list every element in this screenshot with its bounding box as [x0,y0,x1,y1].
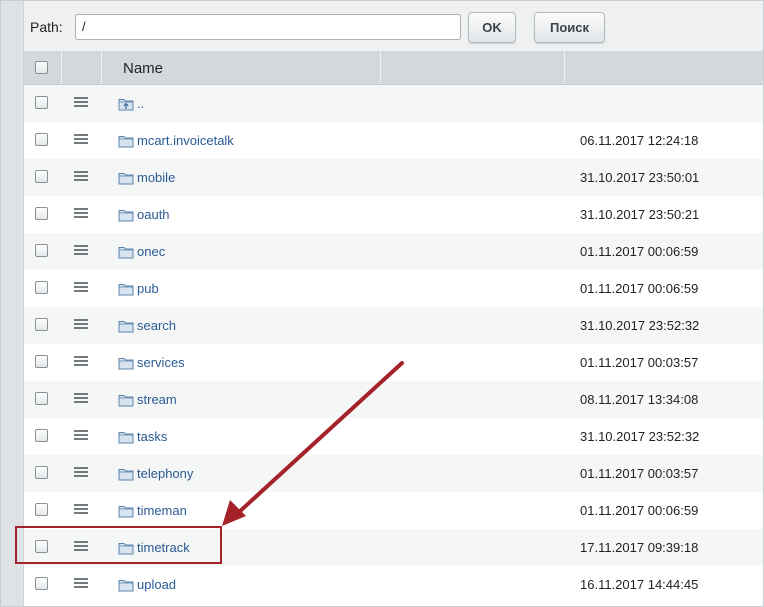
row-checkbox[interactable] [35,318,48,331]
row-menu-icon[interactable] [74,208,88,219]
file-row[interactable]: onec 01.11.2017 00:06:59 [24,233,763,270]
row-checkbox[interactable] [35,503,48,516]
row-checkbox[interactable] [35,170,48,183]
modified-date: 01.11.2017 00:06:59 [580,244,699,259]
row-menu-icon[interactable] [74,393,88,404]
file-name-link[interactable]: services [137,355,185,370]
modified-date: 16.11.2017 14:44:45 [580,577,699,592]
row-menu-icon[interactable] [74,97,88,108]
row-menu-icon[interactable] [74,430,88,441]
file-row[interactable]: pub 01.11.2017 00:06:59 [24,270,763,307]
file-row[interactable]: telephony 01.11.2017 00:03:57 [24,455,763,492]
row-menu-icon[interactable] [74,467,88,478]
row-menu-icon[interactable] [74,282,88,293]
row-checkbox[interactable] [35,466,48,479]
modified-date: 31.10.2017 23:52:32 [580,429,700,444]
file-row[interactable]: timeman 01.11.2017 00:06:59 [24,492,763,529]
row-menu-icon[interactable] [74,578,88,589]
folder-icon [118,136,134,148]
folder-icon [118,580,134,592]
header-date-column[interactable] [565,51,763,84]
file-name-link[interactable]: upload [137,577,176,592]
file-name-link[interactable]: mobile [137,170,175,185]
table-header: Name [24,51,763,85]
modified-date: 01.11.2017 00:03:57 [580,466,699,481]
row-checkbox[interactable] [35,96,48,109]
row-menu-icon[interactable] [74,171,88,182]
folder-icon [118,432,134,444]
header-name-column[interactable]: Name [102,51,381,84]
row-checkbox[interactable] [35,281,48,294]
file-name-link[interactable]: oauth [137,207,170,222]
search-button[interactable]: Поиск [534,12,605,43]
row-checkbox[interactable] [35,207,48,220]
file-name-link[interactable]: .. [137,96,144,111]
file-row[interactable]: search 31.10.2017 23:52:32 [24,307,763,344]
path-toolbar: Path: / OK Поиск [24,1,763,52]
highlight-annotation-box [15,526,222,564]
file-row[interactable]: oauth 31.10.2017 23:50:21 [24,196,763,233]
modified-date: 06.11.2017 12:24:18 [580,133,699,148]
modified-date: 31.10.2017 23:50:01 [580,170,700,185]
folder-icon [118,173,134,185]
file-row[interactable]: .. [24,85,763,122]
ok-button[interactable]: OK [468,12,516,43]
row-menu-icon[interactable] [74,504,88,515]
row-checkbox[interactable] [35,244,48,257]
file-name-link[interactable]: mcart.invoicetalk [137,133,234,148]
row-checkbox[interactable] [35,392,48,405]
folder-up-icon [118,99,134,111]
row-checkbox[interactable] [35,429,48,442]
name-column-label: Name [123,60,164,77]
folder-icon [118,469,134,481]
file-name-link[interactable]: search [137,318,176,333]
modified-date: 08.11.2017 13:34:08 [580,392,699,407]
modified-date: 17.11.2017 09:39:18 [580,540,699,555]
file-row[interactable]: tasks 31.10.2017 23:52:32 [24,418,763,455]
left-panel-strip [1,1,24,606]
folder-icon [118,506,134,518]
file-name-link[interactable]: tasks [137,429,167,444]
folder-icon [118,284,134,296]
folder-icon [118,321,134,333]
modified-date: 31.10.2017 23:50:21 [580,207,700,222]
folder-icon [118,247,134,259]
file-row[interactable]: mcart.invoicetalk 06.11.2017 12:24:18 [24,122,763,159]
row-menu-icon[interactable] [74,134,88,145]
row-checkbox[interactable] [35,133,48,146]
row-menu-icon[interactable] [74,319,88,330]
modified-date: 01.11.2017 00:06:59 [580,281,699,296]
header-size-column[interactable] [381,51,565,84]
folder-icon [118,358,134,370]
file-name-link[interactable]: onec [137,244,165,259]
path-input[interactable]: / [75,14,461,40]
folder-icon [118,210,134,222]
file-name-link[interactable]: pub [137,281,159,296]
header-actions-cell [62,51,102,84]
select-all-checkbox[interactable] [35,61,48,74]
modified-date: 01.11.2017 00:06:59 [580,503,699,518]
modified-date: 31.10.2017 23:52:32 [580,318,700,333]
folder-icon [118,395,134,407]
row-menu-icon[interactable] [74,245,88,256]
header-select-all-cell [24,51,62,84]
file-row[interactable]: mobile 31.10.2017 23:50:01 [24,159,763,196]
file-name-link[interactable]: telephony [137,466,193,481]
file-manager-window: Path: / OK Поиск Name .. mcart.invoicetal… [0,0,764,607]
file-row[interactable]: services 01.11.2017 00:03:57 [24,344,763,381]
file-name-link[interactable]: timeman [137,503,187,518]
file-row[interactable]: stream 08.11.2017 13:34:08 [24,381,763,418]
modified-date: 01.11.2017 00:03:57 [580,355,699,370]
file-row[interactable]: upload 16.11.2017 14:44:45 [24,566,763,603]
path-label: Path: [30,19,63,35]
file-name-link[interactable]: stream [137,392,177,407]
row-checkbox[interactable] [35,577,48,590]
row-menu-icon[interactable] [74,356,88,367]
row-checkbox[interactable] [35,355,48,368]
